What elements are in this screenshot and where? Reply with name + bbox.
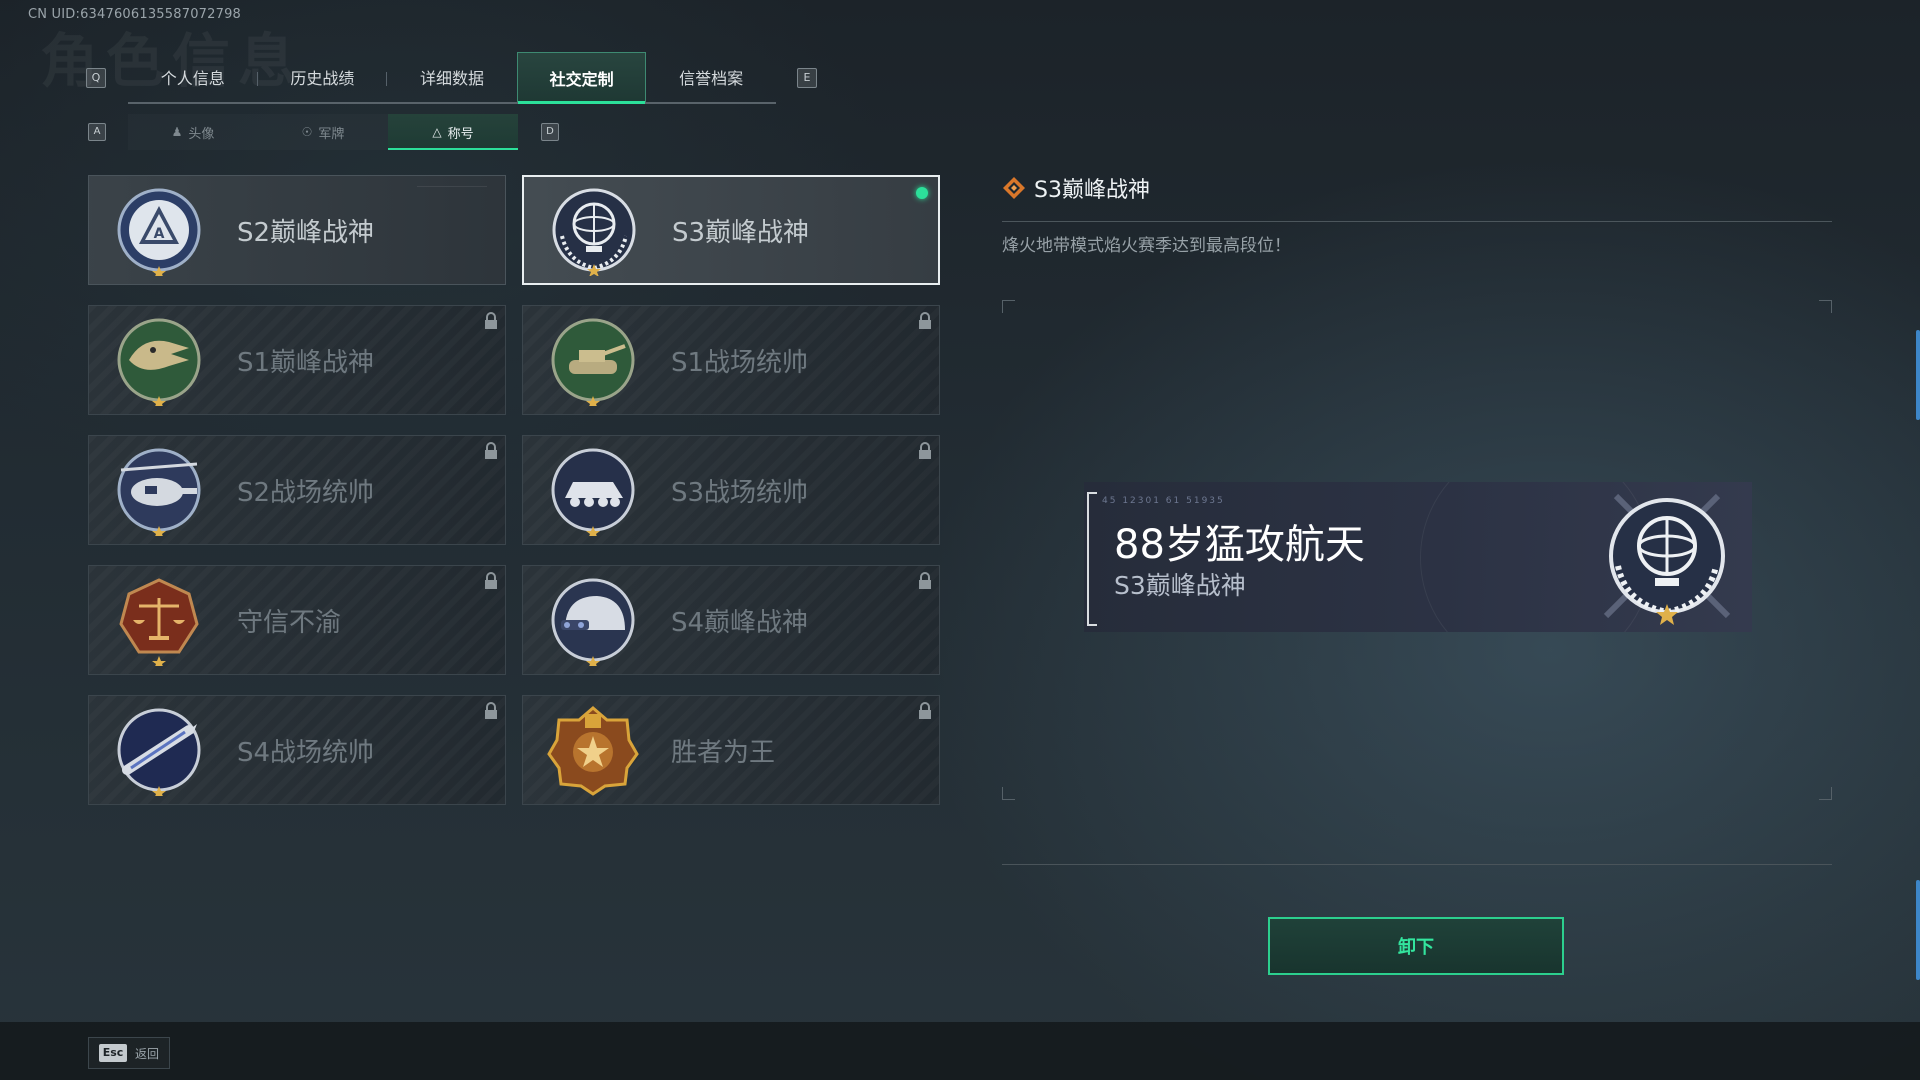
lock-icon: [485, 572, 497, 589]
banner-codes: 45 12301 61 51935: [1102, 496, 1225, 506]
detail-bottom-divider: [1002, 864, 1832, 865]
title-name: S2战场统帅: [237, 477, 375, 508]
helicopter-emblem-icon: [117, 448, 201, 536]
title-name: S2巅峰战神: [237, 217, 375, 248]
subtab-avatar[interactable]: ♟ 头像: [128, 114, 258, 150]
tab-label: 个人信息: [160, 69, 225, 88]
title-preview-banner: 45 12301 61 51935 88岁猛攻航天 S3巅峰战神: [1084, 482, 1752, 632]
next-subtab-key-hint[interactable]: D: [541, 123, 559, 141]
frame-corner: [1819, 787, 1832, 800]
tab-detailed-stats[interactable]: 详细数据: [387, 52, 517, 102]
lock-icon: [485, 702, 497, 719]
title-name: S3巅峰战神: [672, 217, 810, 248]
title-card-s3-peak-warlord[interactable]: S3巅峰战神: [522, 175, 940, 285]
title-card-s2-field-marshal[interactable]: S2战场统帅: [88, 435, 506, 545]
svg-text:A: A: [154, 226, 165, 242]
tab-personal-info[interactable]: 个人信息: [128, 52, 258, 102]
title-card-s4-field-marshal[interactable]: S4战场统帅: [88, 695, 506, 805]
lock-icon: [919, 572, 931, 589]
globe-trophy-emblem-icon: [552, 188, 636, 276]
main-tabs: 个人信息 历史战绩 详细数据 社交定制 信誉档案: [128, 52, 776, 104]
title-card-s1-field-marshal[interactable]: S1战场统帅: [522, 305, 940, 415]
back-label: 返回: [135, 1046, 160, 1061]
subtab-title[interactable]: △ 称号: [388, 114, 518, 150]
scales-emblem-icon: [119, 578, 199, 666]
prev-tab-key-hint[interactable]: Q: [86, 68, 106, 88]
title-name: S1巅峰战神: [237, 347, 375, 378]
title-name: S4巅峰战神: [671, 607, 809, 638]
frame-corner: [1002, 787, 1015, 800]
sub-tabs: ♟ 头像 ☉ 军牌 △ 称号: [128, 114, 518, 150]
triangle-icon: △: [432, 125, 442, 139]
edge-indicator: [1916, 880, 1920, 980]
banner-bracket: [1087, 492, 1097, 626]
detail-title-name: S3巅峰战神: [1034, 178, 1150, 203]
title-card-winner-takes-all[interactable]: 胜者为王: [522, 695, 940, 805]
crocodile-emblem-icon: [117, 318, 201, 406]
helmet-emblem-icon: [551, 578, 635, 666]
missile-emblem-icon: [117, 708, 201, 796]
title-name: S3战场统帅: [671, 477, 809, 508]
dogtag-icon: ☉: [301, 125, 313, 139]
title-card-s4-peak-warlord[interactable]: S4巅峰战神: [522, 565, 940, 675]
subtab-label: 军牌: [318, 126, 345, 142]
tab-match-history[interactable]: 历史战绩: [258, 52, 388, 102]
subtab-dogtag[interactable]: ☉ 军牌: [258, 114, 388, 150]
next-tab-key-hint[interactable]: E: [797, 68, 817, 88]
lock-icon: [919, 442, 931, 459]
detail-divider: [1002, 221, 1832, 222]
globe-trophy-emblem-icon: [1603, 493, 1731, 625]
medal-emblem-icon: [547, 706, 639, 796]
lock-icon: [485, 312, 497, 329]
detail-description: 烽火地带模式焰火赛季达到最高段位！: [1002, 236, 1291, 256]
lock-icon: [485, 442, 497, 459]
title-name: 胜者为王: [671, 737, 776, 768]
tab-label: 社交定制: [549, 69, 614, 89]
title-card-s2-peak-warlord[interactable]: A S2巅峰战神: [88, 175, 506, 285]
title-card-s1-peak-warlord[interactable]: S1巅峰战神: [88, 305, 506, 415]
title-name: S4战场统帅: [237, 737, 375, 768]
title-card-trustworthy[interactable]: 守信不渝: [88, 565, 506, 675]
subtab-label: 头像: [188, 126, 215, 142]
title-name: S1战场统帅: [671, 347, 809, 378]
lock-icon: [919, 702, 931, 719]
tab-credit-profile[interactable]: 信誉档案: [646, 52, 776, 102]
title-name: 守信不渝: [237, 607, 342, 638]
equipped-indicator: [916, 187, 928, 199]
banner-title: S3巅峰战神: [1114, 571, 1246, 600]
back-button[interactable]: Esc 返回: [88, 1037, 170, 1069]
player-uid: CN UID:6347606135587072798: [28, 7, 242, 22]
esc-key-hint: Esc: [99, 1044, 127, 1062]
footer-bar: [0, 1022, 1920, 1080]
apc-emblem-icon: [551, 448, 635, 536]
lock-icon: [919, 312, 931, 329]
tab-label: 详细数据: [419, 69, 484, 88]
frame-corner: [1002, 300, 1015, 313]
tank-emblem-icon: [551, 318, 635, 406]
unequip-button[interactable]: 卸下: [1268, 917, 1564, 975]
game-screen: 角色信息 CN UID:6347606135587072798 Q 个人信息 历…: [0, 0, 1920, 1080]
detail-header: S3巅峰战神: [1002, 172, 1150, 204]
banner-player-name: 88岁猛攻航天: [1114, 522, 1365, 568]
diamond-rank-icon: [1003, 177, 1025, 199]
shield-emblem-icon: A: [117, 188, 201, 276]
card-decoration: [417, 186, 487, 187]
frame-corner: [1819, 300, 1832, 313]
prev-subtab-key-hint[interactable]: A: [88, 123, 106, 141]
tab-social-customization[interactable]: 社交定制: [516, 52, 647, 104]
tab-label: 信誉档案: [679, 69, 744, 88]
subtab-label: 称号: [447, 126, 474, 142]
title-card-s3-field-marshal[interactable]: S3战场统帅: [522, 435, 940, 545]
title-grid: A S2巅峰战神 S3巅峰战神 S1巅峰战神 S1战场统帅 S2战场统帅 S3战…: [88, 175, 940, 805]
edge-indicator: [1916, 330, 1920, 420]
tab-label: 历史战绩: [290, 69, 355, 88]
person-icon: ♟: [171, 125, 183, 139]
